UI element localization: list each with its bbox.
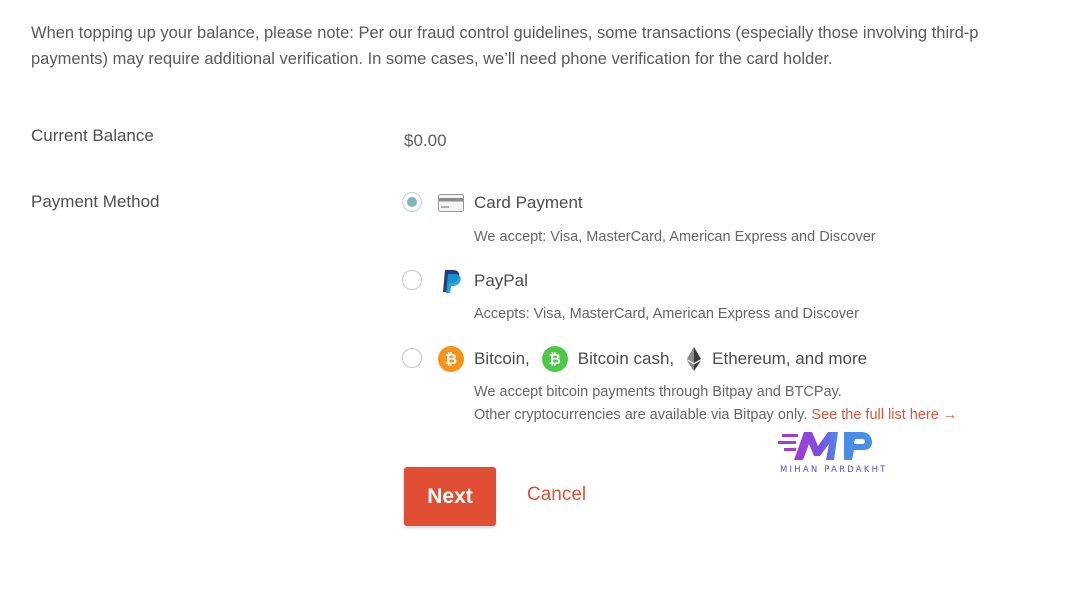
watermark-mp-icon: [778, 432, 873, 460]
watermark-logo: MIHAN PARDAKHT: [778, 428, 888, 476]
crypto-description: We accept bitcoin payments through Bitpa…: [474, 381, 957, 427]
fraud-notice: When topping up your balance, please not…: [31, 20, 1067, 72]
cancel-link[interactable]: Cancel: [527, 484, 586, 506]
ethereum-label: Ethereum, and more: [712, 349, 868, 368]
bitcoin-icon: ₿: [438, 346, 464, 372]
crypto-item-bitcoin: ₿ Bitcoin,: [438, 346, 530, 372]
bitcoin-label: Bitcoin,: [474, 349, 530, 368]
crypto-item-bitcoin-cash: ₿ Bitcoin cash,: [541, 346, 675, 372]
card-payment-description: We accept: Visa, MasterCard, American Ex…: [474, 229, 876, 245]
ethereum-icon: [686, 346, 702, 372]
current-balance-label: Current Balance: [31, 126, 154, 145]
watermark-text: MIHAN PARDAKHT: [780, 465, 888, 475]
paypal-icon: [438, 268, 464, 294]
bitcoin-cash-icon: ₿: [541, 346, 568, 372]
payment-method-label: Payment Method: [31, 192, 160, 211]
fraud-notice-line-2: payments) may require additional verific…: [31, 50, 833, 68]
card-payment-title[interactable]: Card Payment: [438, 190, 583, 216]
full-crypto-list-link[interactable]: See the full list here →: [811, 407, 957, 423]
card-payment-radio[interactable]: [402, 192, 422, 212]
next-button[interactable]: Next: [404, 467, 496, 526]
current-balance-value: $0.00: [404, 131, 447, 150]
card-payment-label: Card Payment: [474, 193, 583, 212]
paypal-description: Accepts: Visa, MasterCard, American Expr…: [474, 306, 859, 322]
paypal-radio[interactable]: [402, 270, 422, 290]
crypto-description-line-1: We accept bitcoin payments through Bitpa…: [474, 384, 842, 400]
crypto-item-ethereum: Ethereum, and more: [686, 346, 867, 372]
paypal-label: PayPal: [474, 271, 528, 290]
paypal-title[interactable]: PayPal: [438, 268, 528, 294]
credit-card-icon: [438, 194, 464, 212]
crypto-description-line-2: Other cryptocurrencies are available via…: [474, 407, 808, 423]
top-up-page: When topping up your balance, please not…: [0, 0, 1067, 600]
fraud-notice-line-1: When topping up your balance, please not…: [31, 24, 979, 42]
bitcoin-cash-label: Bitcoin cash,: [577, 349, 675, 368]
crypto-title[interactable]: ₿ Bitcoin, ₿ Bitcoin cash, Ethereum, and…: [438, 346, 867, 372]
crypto-radio[interactable]: [402, 348, 422, 368]
